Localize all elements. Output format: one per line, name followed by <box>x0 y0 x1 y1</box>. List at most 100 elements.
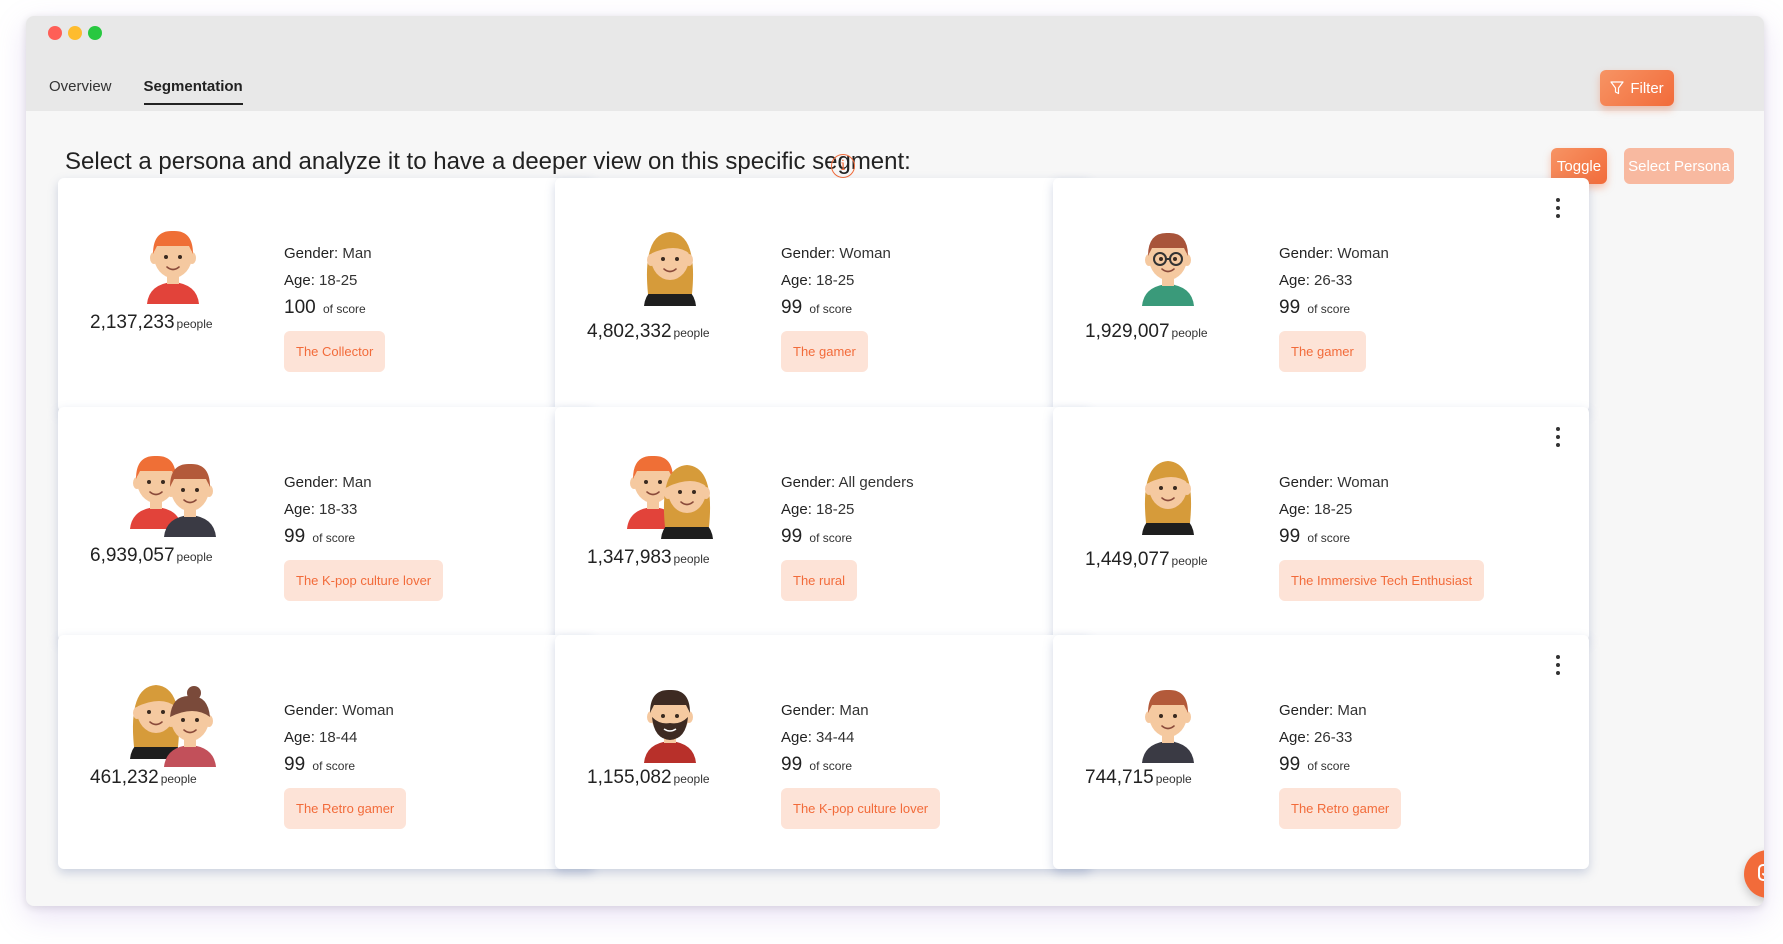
chat-button[interactable] <box>1744 850 1764 898</box>
people-label: people <box>176 317 213 331</box>
gender-label: Gender: <box>284 245 339 262</box>
gender-value: Man <box>342 474 372 491</box>
people-label: people <box>160 772 197 786</box>
persona-tag[interactable]: The Immersive Tech Enthusiast <box>1279 560 1485 601</box>
score-value: 99 <box>781 526 803 547</box>
minimize-dot[interactable] <box>68 26 82 40</box>
persona-info: Gender: Woman Age: 26-33 99 of score The… <box>1279 240 1389 372</box>
gender-label: Gender: <box>781 245 836 262</box>
score-suffix: of score <box>809 759 853 773</box>
score-value: 99 <box>781 754 803 775</box>
people-count-value: 744,715 <box>1085 767 1154 788</box>
score-value: 99 <box>284 754 306 775</box>
persona-info: Gender: All genders Age: 18-25 99 of sco… <box>781 469 914 601</box>
score-value: 99 <box>284 526 306 547</box>
score-suffix: of score <box>312 759 356 773</box>
persona-tag[interactable]: The rural <box>781 560 858 601</box>
tab-overview[interactable]: Overview <box>49 78 112 105</box>
people-label: people <box>673 326 710 340</box>
people-count: 2,137,233 people <box>90 312 213 334</box>
title-bar: Overview Segmentation Filter <box>26 16 1764 111</box>
people-label: people <box>1155 772 1192 786</box>
persona-info: Gender: Man Age: 34-44 99 of score The K… <box>781 697 941 829</box>
page-heading: Select a persona and analyze it to have … <box>65 148 911 175</box>
tab-segmentation[interactable]: Segmentation <box>143 78 243 105</box>
persona-card[interactable]: 4,802,332 people Gender: Woman Age: 18-25… <box>555 178 1091 412</box>
persona-card[interactable]: 461,232 people Gender: Woman Age: 18-44 9… <box>58 635 594 869</box>
maximize-dot[interactable] <box>88 26 102 40</box>
persona-avatar-icon <box>147 230 199 304</box>
gender-line: Gender: Man <box>284 469 443 496</box>
persona-tag[interactable]: The K-pop culture lover <box>781 788 941 829</box>
persona-tag[interactable]: The Retro gamer <box>284 788 407 829</box>
persona-card[interactable]: 744,715 people Gender: Man Age: 26-33 99 … <box>1053 635 1589 869</box>
score-suffix: of score <box>312 531 356 545</box>
persona-card[interactable]: 1,929,007 people Gender: Woman Age: 26-33… <box>1053 178 1589 412</box>
persona-avatar-icon <box>644 232 696 306</box>
age-value: 18-25 <box>816 272 855 289</box>
score-line: 99 of score <box>284 523 443 552</box>
gender-label: Gender: <box>284 702 339 719</box>
persona-card[interactable]: 6,939,057 people Gender: Man Age: 18-33 9… <box>58 407 594 641</box>
score-value: 100 <box>284 297 316 318</box>
score-suffix: of score <box>809 531 853 545</box>
age-value: 34-44 <box>816 729 855 746</box>
tab-bar: Overview Segmentation <box>49 78 243 105</box>
gender-label: Gender: <box>781 474 836 491</box>
gender-value: All genders <box>838 474 914 491</box>
persona-card[interactable]: 1,155,082 people Gender: Man Age: 34-44 9… <box>555 635 1091 869</box>
persona-tag[interactable]: The Collector <box>284 331 386 372</box>
persona-tag[interactable]: The Retro gamer <box>1279 788 1402 829</box>
chat-icon <box>1758 864 1764 881</box>
people-count-value: 1,929,007 <box>1085 321 1170 342</box>
people-count-value: 2,137,233 <box>90 312 175 333</box>
age-label: Age: <box>781 501 812 518</box>
persona-card[interactable]: 1,347,983 people Gender: All genders Age:… <box>555 407 1091 641</box>
gender-line: Gender: Man <box>1279 697 1401 724</box>
age-line: Age: 18-25 <box>781 496 914 523</box>
score-line: 99 of score <box>284 751 406 780</box>
more-options-icon[interactable] <box>1553 427 1563 447</box>
gender-label: Gender: <box>284 474 339 491</box>
score-line: 99 of score <box>781 523 914 552</box>
score-suffix: of score <box>1307 531 1351 545</box>
score-line: 99 of score <box>1279 751 1401 780</box>
filter-button[interactable]: Filter <box>1600 70 1674 106</box>
funnel-icon <box>1610 81 1624 95</box>
people-label: people <box>673 772 710 786</box>
info-icon[interactable]: i <box>831 154 855 178</box>
persona-card[interactable]: 2,137,233 people Gender: Man Age: 18-25 1… <box>58 178 594 412</box>
people-count: 1,929,007 people <box>1085 321 1208 343</box>
persona-avatar-icon <box>644 689 696 763</box>
persona-info: Gender: Woman Age: 18-44 99 of score The… <box>284 697 407 829</box>
persona-tag[interactable]: The K-pop culture lover <box>284 560 444 601</box>
people-count: 4,802,332 people <box>587 321 710 343</box>
persona-card[interactable]: 1,449,077 people Gender: Woman Age: 18-25… <box>1053 407 1589 641</box>
gender-line: Gender: Woman <box>781 240 891 267</box>
more-options-icon[interactable] <box>1553 198 1563 218</box>
age-label: Age: <box>284 729 315 746</box>
age-value: 18-25 <box>319 272 358 289</box>
age-label: Age: <box>781 272 812 289</box>
select-persona-button[interactable]: Select Persona <box>1624 148 1734 184</box>
window-controls <box>48 26 102 40</box>
persona-avatar-icon <box>1142 689 1194 763</box>
score-line: 99 of score <box>781 751 940 780</box>
score-suffix: of score <box>1307 759 1351 773</box>
persona-tag[interactable]: The gamer <box>1279 331 1366 372</box>
gender-value: Woman <box>839 245 891 262</box>
age-label: Age: <box>284 272 315 289</box>
gender-value: Man <box>342 245 372 262</box>
more-options-icon[interactable] <box>1553 655 1563 675</box>
score-suffix: of score <box>809 302 853 316</box>
age-line: Age: 18-44 <box>284 724 406 751</box>
score-value: 99 <box>1279 297 1301 318</box>
close-dot[interactable] <box>48 26 62 40</box>
persona-info: Gender: Woman Age: 18-25 99 of score The… <box>781 240 891 372</box>
age-line: Age: 18-33 <box>284 496 443 523</box>
age-line: Age: 18-25 <box>284 267 385 294</box>
gender-label: Gender: <box>1279 702 1334 719</box>
gender-line: Gender: Woman <box>1279 469 1484 496</box>
persona-tag[interactable]: The gamer <box>781 331 868 372</box>
age-line: Age: 18-25 <box>1279 496 1484 523</box>
